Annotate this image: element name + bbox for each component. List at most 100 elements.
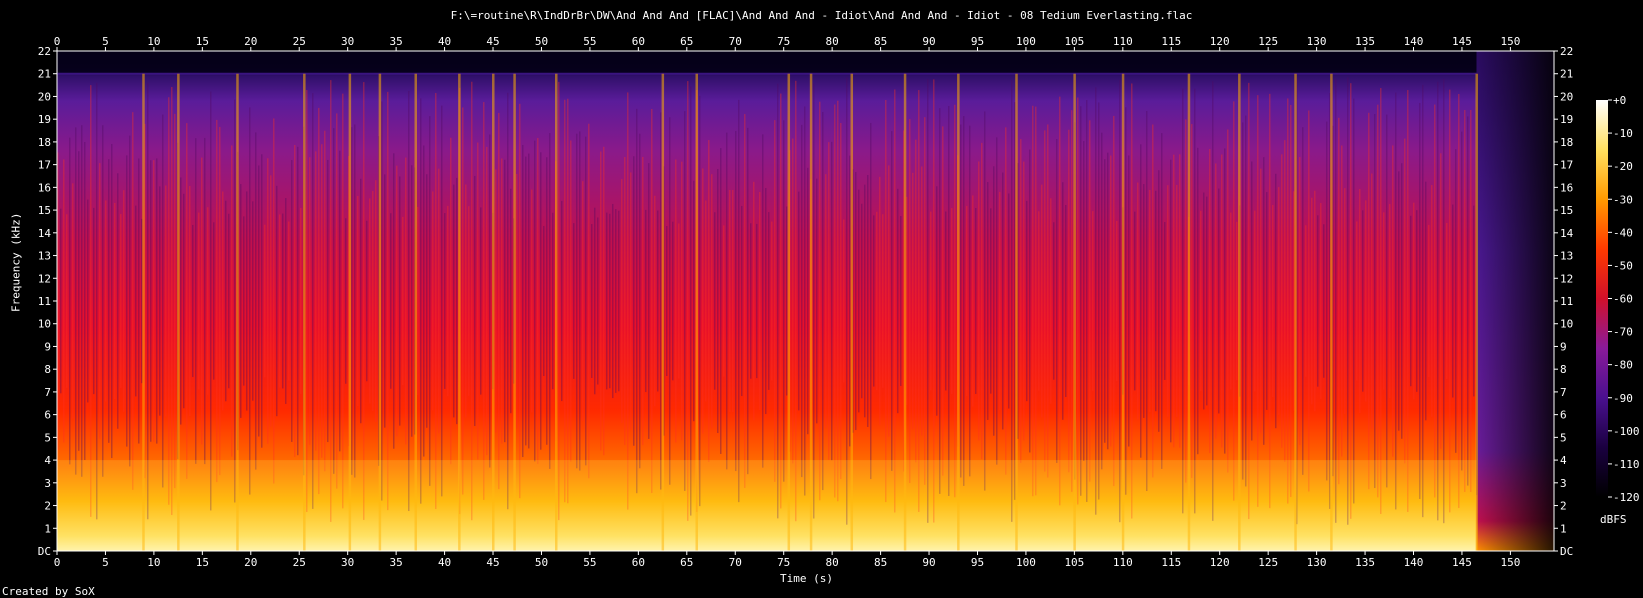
texture-stripe <box>945 211 947 391</box>
texture-stripe <box>765 187 767 415</box>
texture-stripe <box>753 181 755 421</box>
texture-stripe <box>279 214 281 388</box>
texture-stripe <box>687 81 689 521</box>
texture-stripe <box>342 93 344 509</box>
y-tick-label-right: 19 <box>1560 113 1573 126</box>
texture-stripe <box>1395 92 1397 510</box>
texture-stripe <box>768 212 770 390</box>
texture-stripe <box>558 81 560 521</box>
colorbar-tick-label: -70 <box>1613 326 1633 339</box>
texture-stripe <box>318 107 320 495</box>
texture-stripe <box>741 205 743 397</box>
x-tick-label-top: 70 <box>729 35 742 48</box>
colorbar-tick-label: -20 <box>1613 160 1633 173</box>
y-tick-label-right: 5 <box>1560 431 1567 444</box>
texture-stripe <box>630 172 632 430</box>
texture-stripe <box>204 137 206 465</box>
texture-stripe <box>666 225 668 377</box>
x-tick-label-top: 30 <box>341 35 354 48</box>
texture-stripe <box>159 186 161 416</box>
texture-stripe <box>1419 102 1421 500</box>
x-tick-label-top: 90 <box>922 35 935 48</box>
spectrogram-fade <box>1476 51 1554 551</box>
texture-stripe <box>483 102 485 500</box>
texture-stripe <box>864 184 866 418</box>
texture-stripe <box>975 208 977 394</box>
texture-stripe <box>543 225 545 377</box>
colorbar-tick-label: -110 <box>1613 458 1640 471</box>
y-tick-label-left: 22 <box>38 45 51 58</box>
texture-stripe <box>981 142 983 460</box>
texture-stripe <box>1116 220 1118 382</box>
x-tick-label-bottom: 15 <box>196 556 209 569</box>
texture-stripe <box>1041 184 1043 418</box>
texture-stripe <box>75 127 77 475</box>
texture-stripe <box>120 214 122 388</box>
texture-stripe <box>750 223 752 379</box>
x-tick-label-top: 75 <box>777 35 790 48</box>
texture-stripe <box>1140 144 1142 458</box>
x-tick-label-bottom: 50 <box>535 556 548 569</box>
x-tick-label-top: 20 <box>244 35 257 48</box>
texture-stripe <box>1407 90 1409 512</box>
colorbar-tick-label: -100 <box>1613 425 1640 438</box>
texture-stripe <box>588 123 590 479</box>
texture-stripe <box>774 120 776 482</box>
texture-stripe <box>1257 95 1259 507</box>
y-tick-label-left: 7 <box>44 386 51 399</box>
texture-stripe <box>132 112 134 490</box>
texture-stripe <box>840 123 842 479</box>
x-tick-label-bottom: 60 <box>632 556 645 569</box>
texture-stripe <box>681 161 683 441</box>
x-tick-label-top: 135 <box>1355 35 1375 48</box>
texture-stripe <box>519 103 521 499</box>
texture-stripe <box>417 206 419 396</box>
texture-stripe <box>654 195 656 407</box>
texture-stripe <box>195 138 197 464</box>
texture-stripe <box>261 154 263 448</box>
texture-stripe <box>252 201 254 401</box>
texture-stripe <box>1128 155 1130 447</box>
texture-stripe <box>729 189 731 413</box>
texture-stripe <box>174 113 176 489</box>
x-tick-label-top: 5 <box>102 35 109 48</box>
x-tick-label-top: 145 <box>1452 35 1472 48</box>
texture-stripe <box>951 208 953 394</box>
texture-stripe <box>1026 200 1028 402</box>
texture-stripe <box>1389 203 1391 399</box>
texture-stripe <box>309 157 311 445</box>
x-tick-label-top: 10 <box>147 35 160 48</box>
texture-stripe <box>1260 168 1262 434</box>
y-tick-label-left: 16 <box>38 181 51 194</box>
texture-stripe <box>1326 121 1328 481</box>
texture-stripe <box>1236 221 1238 381</box>
texture-stripe <box>960 124 962 478</box>
texture-stripe <box>1221 154 1223 448</box>
texture-stripe <box>597 217 599 385</box>
texture-stripe <box>885 99 887 503</box>
texture-stripe <box>1155 190 1157 412</box>
x-tick-label-bottom: 25 <box>293 556 306 569</box>
texture-stripe <box>126 155 128 447</box>
texture-stripe <box>1425 181 1427 421</box>
texture-stripe <box>228 213 230 389</box>
texture-stripe <box>1194 88 1196 514</box>
texture-stripe <box>282 213 284 389</box>
texture-stripe <box>1134 211 1136 391</box>
texture-stripe <box>846 77 848 525</box>
texture-stripe <box>123 190 125 412</box>
texture-stripe <box>672 221 674 381</box>
texture-stripe <box>1119 79 1121 523</box>
texture-stripe <box>1131 83 1133 519</box>
texture-stripe <box>1467 116 1469 486</box>
texture-stripe <box>579 131 581 471</box>
colorbar-tick-label: -120 <box>1613 491 1640 504</box>
texture-stripe <box>216 119 218 483</box>
texture-stripe <box>390 213 392 389</box>
texture-stripe <box>294 145 296 457</box>
texture-stripe <box>1053 222 1055 380</box>
texture-stripe <box>747 127 749 475</box>
texture-stripe <box>1011 80 1013 522</box>
texture-stripe <box>1251 161 1253 441</box>
x-tick-label-top: 25 <box>293 35 306 48</box>
